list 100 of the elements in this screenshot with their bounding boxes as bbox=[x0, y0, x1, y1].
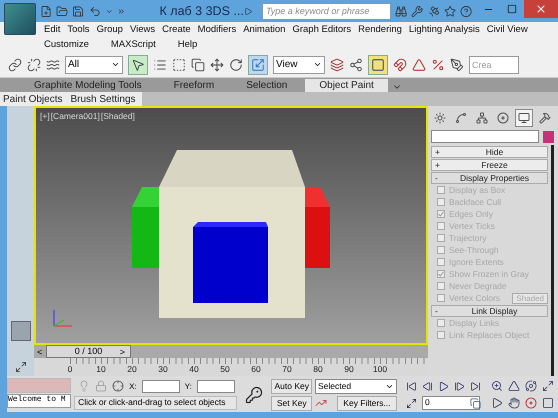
unlink-icon[interactable] bbox=[27, 58, 41, 72]
ribbon-tab[interactable]: Selection bbox=[232, 79, 302, 92]
rotate-icon[interactable] bbox=[229, 58, 243, 72]
ruler-label: 0 bbox=[68, 364, 72, 374]
frame-field[interactable]: 0 bbox=[422, 396, 480, 410]
ruler-label: 60 bbox=[251, 364, 261, 374]
dashed-square-icon[interactable] bbox=[172, 58, 186, 72]
help-icon[interactable] bbox=[460, 4, 472, 18]
dolly-icon[interactable] bbox=[524, 397, 537, 409]
crosshair-icon[interactable] bbox=[112, 380, 124, 392]
viewport-label[interactable]: [Camera001] bbox=[50, 111, 100, 121]
panel-toggle[interactable] bbox=[10, 321, 30, 341]
viewport-label[interactable]: [Shaded] bbox=[100, 111, 135, 121]
menu-item[interactable]: Lighting Analysis bbox=[408, 24, 480, 35]
pan-icon[interactable] bbox=[508, 397, 520, 409]
listener-output[interactable]: Welcome to M bbox=[7, 394, 72, 408]
menu-item[interactable]: Tools bbox=[67, 24, 90, 35]
viewport[interactable]: [+][Camera001][Shaded] bbox=[34, 106, 428, 345]
move-icon[interactable] bbox=[210, 58, 224, 72]
check-icon bbox=[438, 271, 444, 277]
selection-filter-dropdown[interactable]: All bbox=[65, 56, 123, 74]
close-icon bbox=[535, 3, 548, 15]
listener-field[interactable] bbox=[7, 378, 72, 393]
next-frame-button[interactable]: > bbox=[116, 345, 128, 358]
go-to-end-icon[interactable] bbox=[470, 380, 481, 392]
ribbon-subtab[interactable]: Brush Settings bbox=[70, 92, 136, 106]
pivot-icon[interactable] bbox=[349, 58, 363, 72]
object-name-field[interactable] bbox=[431, 130, 539, 143]
pen-icon[interactable] bbox=[450, 58, 464, 72]
ruler-label: 80 bbox=[313, 364, 323, 374]
command-panel-tab[interactable] bbox=[515, 109, 533, 127]
menu-item[interactable]: Group bbox=[96, 24, 123, 35]
axis-gizmo-icon bbox=[53, 310, 72, 327]
key-mode-dropdown[interactable]: Selected bbox=[314, 378, 397, 394]
maximize-icon bbox=[507, 4, 518, 14]
ruler-label: 10 bbox=[96, 364, 106, 374]
menu-item[interactable]: Customize bbox=[44, 39, 89, 50]
link-icon[interactable] bbox=[8, 58, 22, 72]
named-selection-field[interactable]: Crea bbox=[469, 56, 519, 74]
layers-icon[interactable] bbox=[330, 58, 344, 72]
maximize-viewport-icon[interactable] bbox=[542, 380, 554, 392]
rollout-header[interactable]: - Display Properties bbox=[431, 172, 548, 184]
binoculars-icon[interactable] bbox=[395, 4, 408, 18]
play-icon[interactable] bbox=[244, 6, 252, 16]
status-prompt: Click or click-and-drag to select objects bbox=[74, 396, 237, 410]
overlap-squares-icon[interactable] bbox=[191, 58, 205, 72]
set-key-button[interactable]: Set Key bbox=[271, 396, 312, 410]
x-field[interactable] bbox=[142, 380, 180, 392]
menu-item[interactable]: MAXScript bbox=[110, 39, 156, 50]
ruler-label: 40 bbox=[189, 364, 199, 374]
min-max-icon[interactable] bbox=[542, 397, 554, 409]
menu-item[interactable]: Help bbox=[178, 39, 198, 50]
search-field[interactable]: Type a keyword or phrase bbox=[262, 2, 392, 20]
waves-icon[interactable] bbox=[46, 58, 60, 72]
color-swatch[interactable] bbox=[543, 130, 554, 142]
rollout-header[interactable]: - Link Display bbox=[431, 305, 548, 317]
auto-key-button[interactable]: Auto Key bbox=[271, 378, 312, 394]
ribbon-tab[interactable]: Graphite Modeling Tools bbox=[20, 79, 156, 92]
star-icon[interactable] bbox=[444, 4, 456, 18]
more-icon[interactable] bbox=[117, 6, 126, 16]
new-file-icon[interactable] bbox=[40, 4, 52, 18]
satellite-icon[interactable] bbox=[428, 4, 440, 18]
zoom-icon[interactable] bbox=[490, 380, 503, 392]
percent-snap-icon[interactable] bbox=[431, 58, 445, 72]
previous-frame-button[interactable]: < bbox=[34, 345, 46, 358]
menu-item[interactable]: Modifiers bbox=[198, 24, 236, 35]
menu-item[interactable]: Civil View bbox=[486, 24, 528, 35]
magnet-icon[interactable] bbox=[393, 58, 407, 72]
close-button[interactable] bbox=[524, 0, 558, 18]
menu-item[interactable]: Views bbox=[130, 24, 156, 35]
ribbon-subtab[interactable]: Paint Objects bbox=[3, 92, 62, 106]
menu-item[interactable]: Edit bbox=[44, 24, 60, 35]
time-slider[interactable]: < 0 / 100 > bbox=[34, 345, 428, 358]
orbit-icon[interactable] bbox=[524, 380, 537, 392]
open-folder-icon[interactable] bbox=[56, 4, 68, 18]
play-icon[interactable] bbox=[438, 380, 449, 392]
ribbon-tab[interactable]: Freeform bbox=[160, 79, 228, 92]
save-icon[interactable] bbox=[72, 4, 85, 18]
rollout-header[interactable]: + Hide bbox=[431, 146, 548, 158]
wrench-icon[interactable] bbox=[411, 4, 424, 18]
undo-icon[interactable] bbox=[88, 4, 101, 18]
sun-icon bbox=[434, 112, 446, 124]
menu-item[interactable]: Graph Editors bbox=[292, 24, 352, 35]
previous-key-icon[interactable] bbox=[422, 380, 433, 392]
ribbon-tab[interactable]: Object Paint bbox=[305, 79, 388, 92]
rollout-header[interactable]: + Freeze bbox=[431, 159, 548, 171]
curve-icon[interactable] bbox=[314, 397, 327, 409]
ruler-label: 30 bbox=[158, 364, 168, 374]
menu-item[interactable]: Create bbox=[162, 24, 191, 35]
coordinate-dropdown[interactable]: View bbox=[273, 56, 325, 74]
key-icon[interactable] bbox=[245, 386, 264, 404]
key-filters-button[interactable]: Key Filters... bbox=[336, 396, 397, 410]
next-key-icon[interactable] bbox=[454, 380, 465, 392]
go-to-start-icon[interactable] bbox=[406, 380, 417, 392]
viewport-label[interactable]: [+] bbox=[40, 111, 50, 121]
ruler-label: 100 bbox=[372, 364, 388, 374]
y-field[interactable] bbox=[196, 380, 235, 392]
menu-item[interactable]: Animation bbox=[243, 24, 286, 35]
x-label: X: bbox=[129, 382, 137, 390]
menu-item[interactable]: Rendering bbox=[358, 24, 402, 35]
